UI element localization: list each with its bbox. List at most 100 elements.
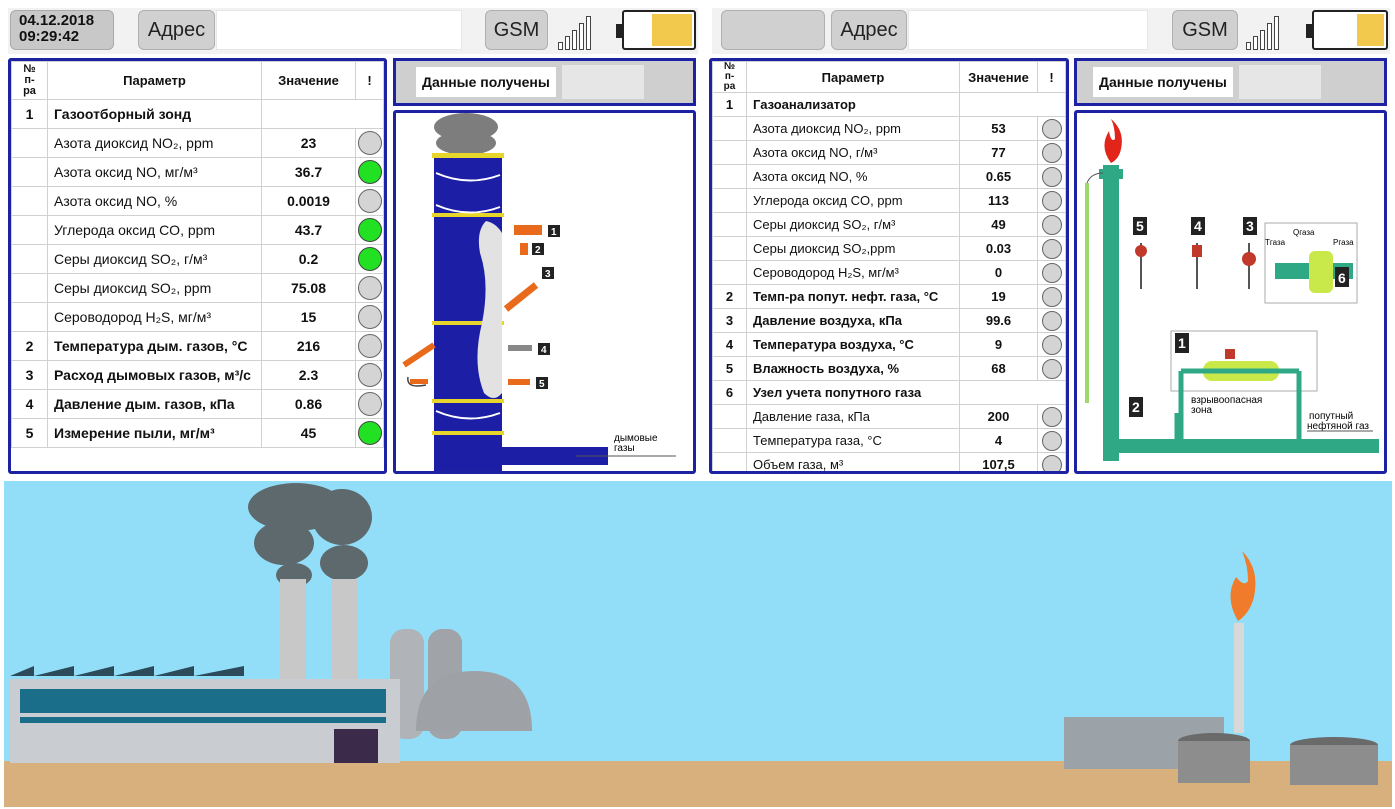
right-status-panel: Данные получены xyxy=(1074,58,1387,106)
param-name: Азота оксид NO, % xyxy=(47,186,262,216)
param-value: 68 xyxy=(959,356,1038,381)
status-indicator-icon xyxy=(1041,238,1062,259)
table-row: Азота диоксид NO₂, ppm 53 xyxy=(712,116,1066,141)
param-name: Азота диоксид NO₂, ppm xyxy=(47,128,262,158)
flame-icon xyxy=(1104,119,1122,163)
param-name: Давление газа, кПа xyxy=(746,404,960,429)
datetime-display: 04.12.2018 09:29:42 xyxy=(10,10,114,50)
status-indicator-icon xyxy=(1041,358,1062,379)
probe-tag-2: 2 xyxy=(535,245,541,256)
status-indicator-icon xyxy=(357,160,382,184)
param-value: 200 xyxy=(959,404,1038,429)
gsm-button-right[interactable]: GSM xyxy=(1172,10,1238,50)
status-indicator-icon xyxy=(357,305,382,329)
sensor-4 xyxy=(1192,245,1202,257)
table-row: 4 Давление дым. газов, кПа 0.86 xyxy=(11,389,384,419)
status-indicator-icon xyxy=(357,363,382,387)
address-field-left[interactable] xyxy=(216,10,462,50)
address-field-right[interactable] xyxy=(908,10,1148,50)
label-tgas: Tгаза xyxy=(1265,238,1286,247)
table-row: 2 Температура дым. газов, °С 216 xyxy=(11,331,384,361)
status-cell xyxy=(355,215,384,245)
refinery-flare-stack xyxy=(1234,623,1244,733)
status-indicator-icon xyxy=(357,247,382,271)
status-cell xyxy=(355,99,384,129)
param-name: Серы диоксид SO₂, ppm xyxy=(47,273,262,303)
left-parameters-table: № п-ра Параметр Значение ! 1 Газоотборный … xyxy=(11,61,384,448)
row-number xyxy=(712,236,747,261)
dust-probe xyxy=(402,342,436,368)
status-indicator-icon xyxy=(357,421,382,445)
row-number xyxy=(712,404,747,429)
param-value: 53 xyxy=(959,116,1038,141)
table-row: 1 Газоотборный зонд xyxy=(11,99,384,129)
param-name: Газоотборный зонд xyxy=(47,99,262,129)
status-indicator-icon xyxy=(1041,430,1062,451)
table-row: Сероводород H₂S, мг/м³ 15 xyxy=(11,302,384,332)
right-parameters-panel: № п-ра Параметр Значение ! 1 Газоанализато… xyxy=(709,58,1069,474)
status-indicator-icon xyxy=(357,334,382,358)
row-number: 5 xyxy=(712,356,747,381)
status-cell xyxy=(355,128,384,158)
gsm-button-left[interactable]: GSM xyxy=(485,10,548,50)
status-indicator-icon xyxy=(357,131,382,155)
status-cell xyxy=(1037,404,1066,429)
table-row: Сероводород H₂S, мг/м³ 0 xyxy=(712,260,1066,285)
status-indicator-icon xyxy=(1041,262,1062,283)
col-header-num-text: № п-ра xyxy=(23,63,36,97)
status-cell xyxy=(1037,284,1066,309)
param-name: Давление воздуха, кПа xyxy=(746,308,960,333)
table-row: 6 Узел учета попутного газа xyxy=(712,380,1066,405)
table-row: Серы диоксид SO₂, г/м³ 0.2 xyxy=(11,244,384,274)
signal-strength-icon-right xyxy=(1246,10,1286,50)
row-number xyxy=(712,212,747,237)
right-status-indicator xyxy=(1238,65,1321,99)
table-row: 5 Влажность воздуха, % 68 xyxy=(712,356,1066,381)
sensor-5 xyxy=(1135,245,1147,257)
datetime-display-right xyxy=(721,10,825,50)
param-name: Сероводород H₂S, мг/м³ xyxy=(746,260,960,285)
industrial-scene xyxy=(4,481,1392,807)
row-number xyxy=(712,428,747,453)
row-number: 4 xyxy=(11,389,48,419)
probe-tag-3: 3 xyxy=(545,269,551,280)
sensor-tag-3: 3 xyxy=(1246,218,1254,234)
param-value: 0.0019 xyxy=(261,186,356,216)
address-button-left[interactable]: Адрес xyxy=(138,10,215,50)
probe-tag-4: 4 xyxy=(541,345,547,356)
address-button-right[interactable]: Адрес xyxy=(831,10,907,50)
param-name: Объем газа, м³ xyxy=(746,452,960,471)
row-number: 3 xyxy=(11,360,48,390)
label-pgas: Pгаза xyxy=(1333,238,1354,247)
status-cell xyxy=(355,157,384,187)
probe-3 xyxy=(503,282,539,312)
status-cell xyxy=(355,360,384,390)
row-number xyxy=(11,215,48,245)
flare-stack xyxy=(1103,165,1119,461)
col-header-param-right: Параметр xyxy=(746,61,960,93)
status-indicator-icon xyxy=(357,392,382,416)
param-value: 0.03 xyxy=(959,236,1038,261)
table-row: Углерода оксид CO, ppm 43.7 xyxy=(11,215,384,245)
smoke-icon xyxy=(434,113,498,155)
right-parameters-table: № п-ра Параметр Значение ! 1 Газоанализато… xyxy=(712,61,1066,471)
param-value: 113 xyxy=(959,188,1038,213)
status-indicator-icon xyxy=(1041,142,1062,163)
status-indicator-icon xyxy=(1041,286,1062,307)
param-value xyxy=(261,99,356,129)
probe-tag-5: 5 xyxy=(539,379,545,390)
label-gas-2: нефтяной газ xyxy=(1307,420,1369,432)
industrial-scene-illustration xyxy=(4,481,1392,807)
param-name: Углерода оксид CO, ppm xyxy=(746,188,960,213)
status-indicator-icon xyxy=(1041,118,1062,139)
status-cell xyxy=(1037,356,1066,381)
row-number xyxy=(11,244,48,274)
time-text: 09:29:42 xyxy=(19,28,80,45)
row-number xyxy=(11,157,48,187)
table-row: Азота оксид NO, % 0.0019 xyxy=(11,186,384,216)
sensor-tag-5: 5 xyxy=(1136,218,1144,234)
table-row: 1 Газоанализатор xyxy=(712,92,1066,117)
status-indicator-icon xyxy=(357,276,382,300)
param-name: Серы диоксид SO₂, г/м³ xyxy=(746,212,960,237)
table-row: Азота оксид NO, мг/м³ 36.7 xyxy=(11,157,384,187)
